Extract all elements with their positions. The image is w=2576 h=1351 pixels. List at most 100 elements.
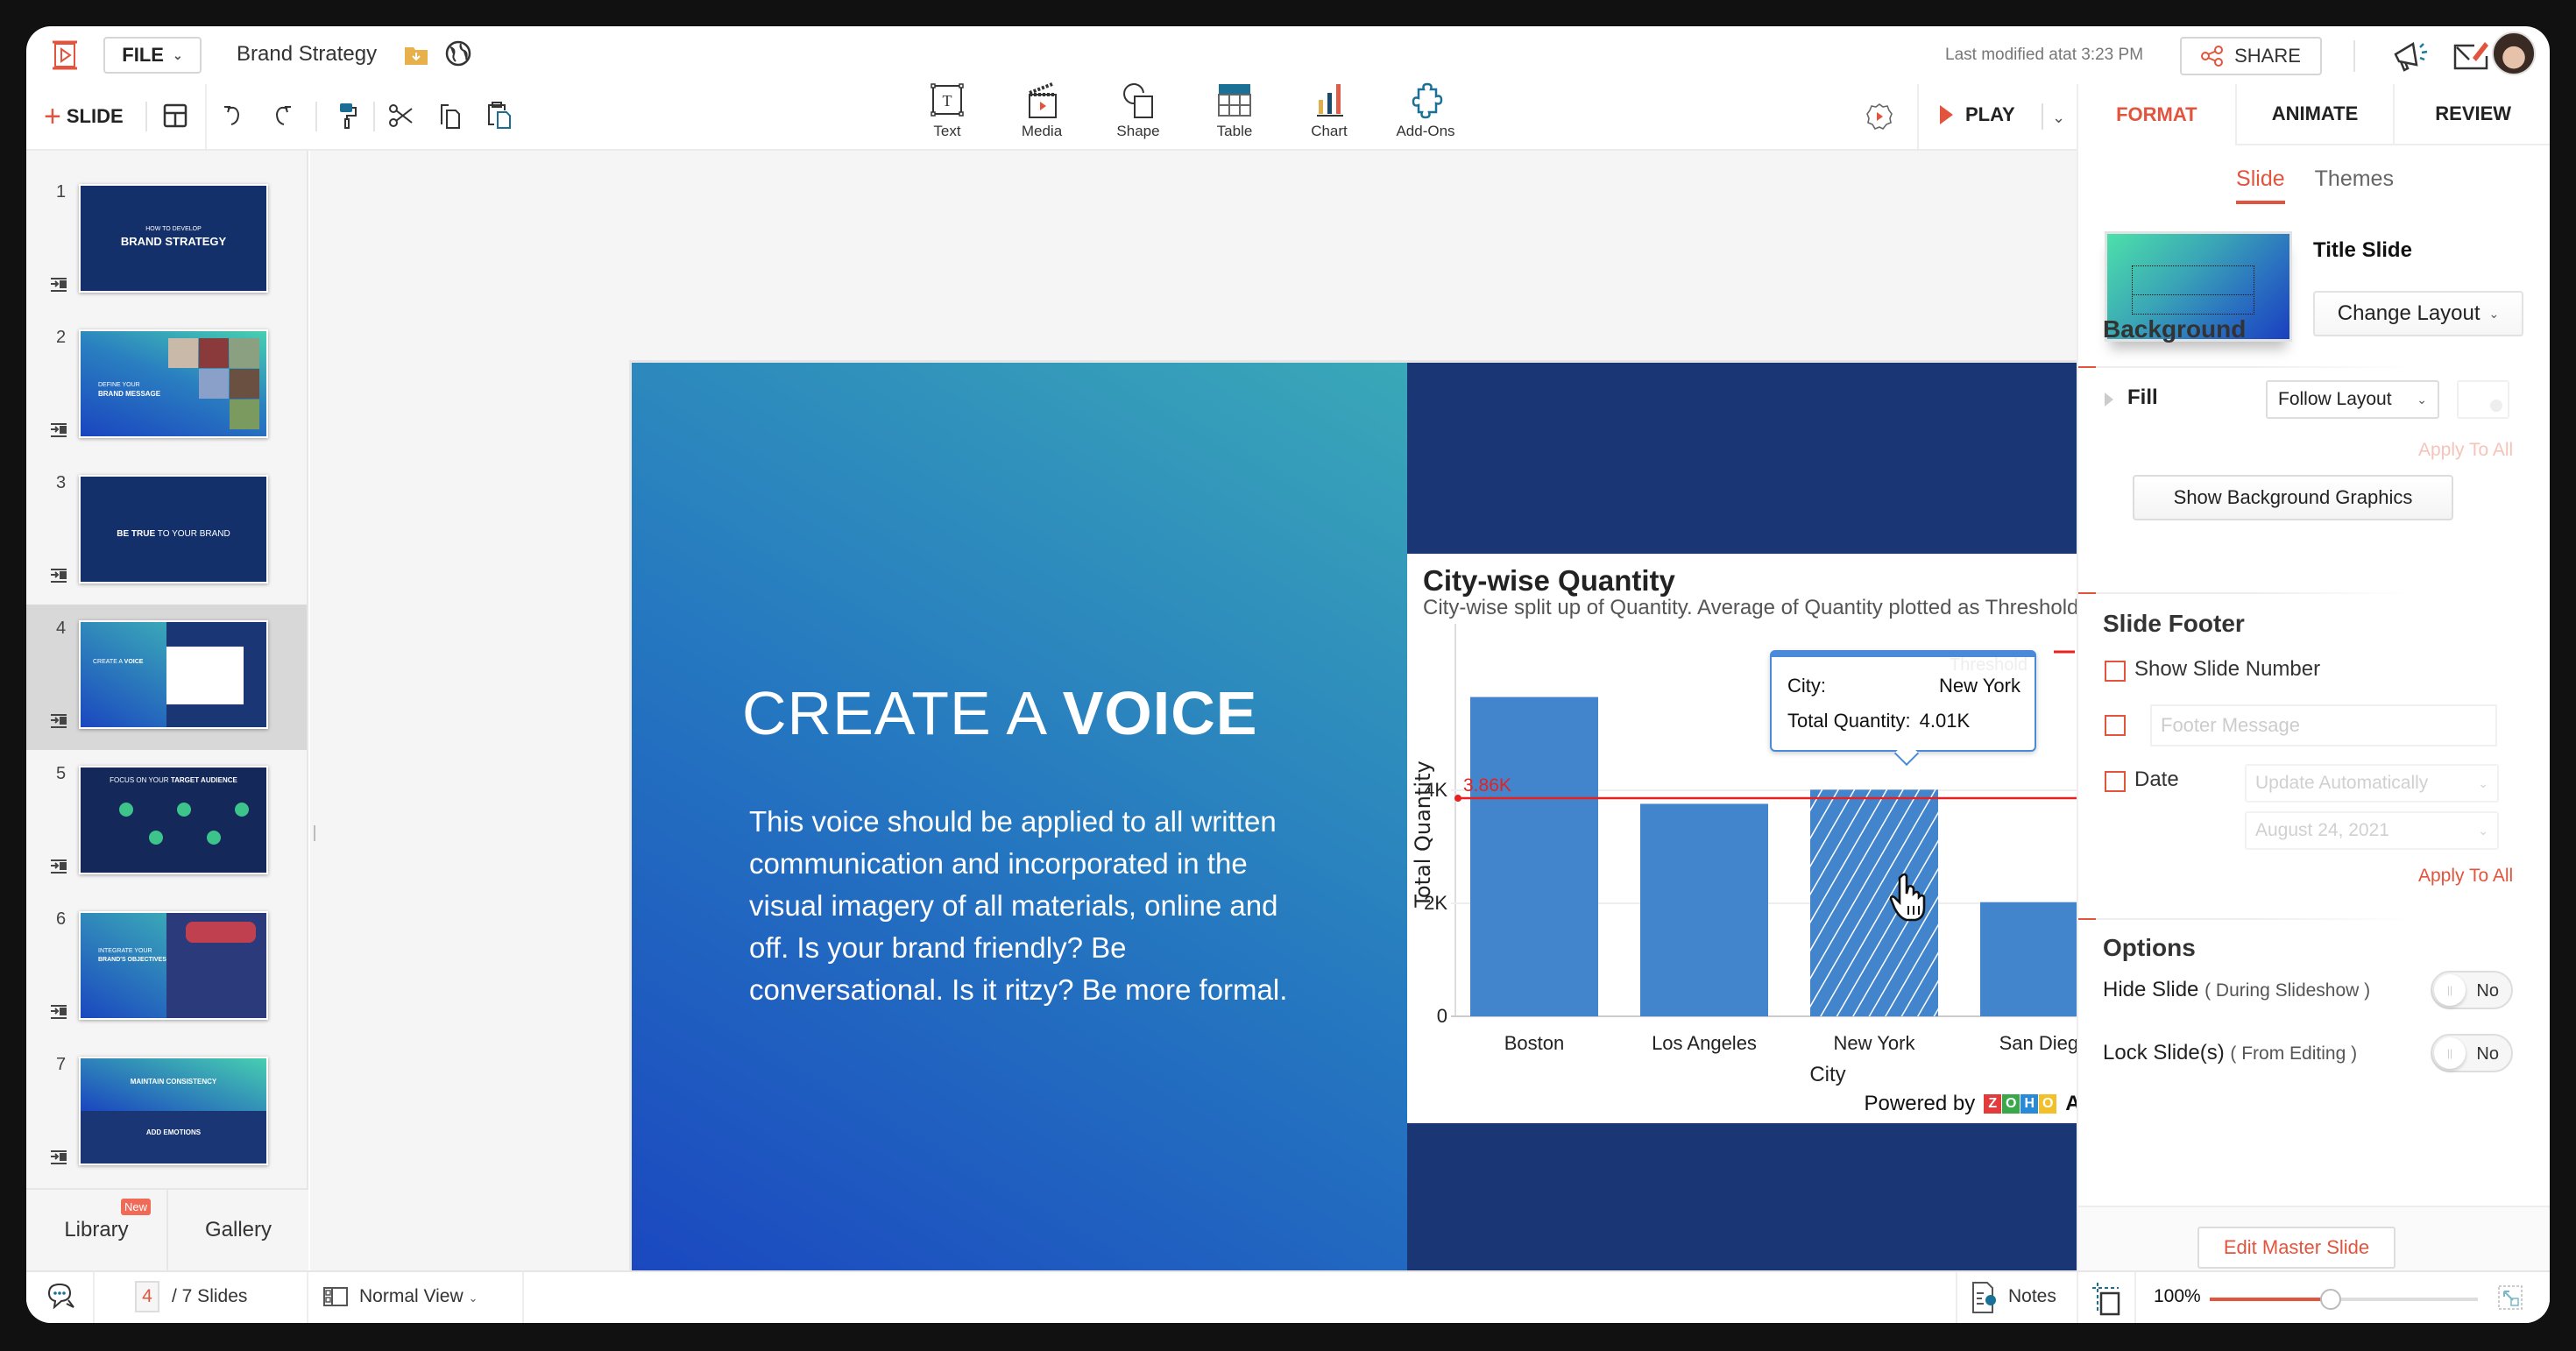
- slide-thumbnail-3[interactable]: 3 BE TRUE TO YOUR BRAND: [26, 459, 307, 605]
- powered-by-label: Powered by: [1864, 1092, 1976, 1115]
- hide-slide-toggle[interactable]: || No: [2431, 971, 2513, 1009]
- format-painter-icon[interactable]: [331, 100, 363, 131]
- divider: [522, 1272, 524, 1323]
- divider: [2077, 1272, 2078, 1323]
- layout-placeholder: [2132, 265, 2254, 295]
- notes-button[interactable]: Notes: [2008, 1286, 2056, 1307]
- x-tick-label: Los Angeles: [1652, 1032, 1757, 1054]
- y-tick-label: 0: [1437, 1005, 1447, 1027]
- transition-icon[interactable]: [49, 1004, 68, 1022]
- footer-message-checkbox[interactable]: [2105, 715, 2126, 736]
- layout-icon[interactable]: [159, 100, 191, 131]
- lock-slide-note: ( From Editing ): [2230, 1043, 2358, 1064]
- sidebar-resize-handle[interactable]: [314, 825, 315, 841]
- fill-label: Fill: [2127, 385, 2158, 409]
- announcement-megaphone-icon[interactable]: [2392, 39, 2431, 74]
- chart-tooltip: Threshold City: New York Total Quantity:…: [1770, 650, 2036, 752]
- chat-comments-icon[interactable]: [46, 1281, 77, 1312]
- fill-color-picker[interactable]: [2457, 380, 2509, 419]
- copy-icon[interactable]: [435, 100, 466, 131]
- play-button[interactable]: PLAY: [1940, 103, 2015, 126]
- slide-preview: DEFINE YOUR BRAND MESSAGE: [79, 329, 268, 438]
- fit-to-screen-icon[interactable]: [2091, 1281, 2120, 1316]
- cut-scissors-icon[interactable]: [386, 100, 417, 131]
- slide-thumbnail-4[interactable]: 4 CREATE A VOICE: [26, 605, 307, 750]
- notes-icon[interactable]: [1971, 1281, 1998, 1314]
- library-button[interactable]: Library New: [26, 1190, 166, 1270]
- sub-tab-themes[interactable]: Themes: [2315, 166, 2394, 204]
- divider: [373, 102, 375, 131]
- insert-table-button[interactable]: Table: [1195, 81, 1274, 159]
- text-box-icon: T: [931, 83, 964, 117]
- document-title[interactable]: Brand Strategy: [237, 42, 377, 67]
- current-page-input[interactable]: 4: [135, 1281, 159, 1312]
- zoom-slider-handle[interactable]: [2319, 1289, 2341, 1310]
- show-slide-number-checkbox[interactable]: [2105, 661, 2126, 682]
- transition-icon[interactable]: [49, 713, 68, 731]
- view-mode-select[interactable]: Normal View ⌄: [359, 1286, 478, 1307]
- footer-apply-all-link[interactable]: Apply To All: [2418, 866, 2513, 887]
- sub-tab-slide[interactable]: Slide: [2236, 166, 2285, 204]
- redo-icon[interactable]: [265, 100, 296, 131]
- transition-icon[interactable]: [49, 422, 68, 440]
- transition-icon[interactable]: [49, 568, 68, 585]
- current-slide[interactable]: CREATE A VOICE This voice should be appl…: [632, 363, 2323, 1312]
- file-menu-button[interactable]: FILE ⌄: [103, 37, 202, 74]
- insert-chart-button[interactable]: Chart: [1290, 81, 1369, 159]
- x-axis-title: City: [1809, 1063, 1845, 1086]
- slide-preview-title: BRAND'S OBJECTIVES: [98, 957, 166, 963]
- date-checkbox[interactable]: [2105, 771, 2126, 792]
- paste-icon[interactable]: [484, 100, 515, 131]
- insert-text-button[interactable]: T Text: [908, 81, 987, 159]
- background-apply-all-link[interactable]: Apply To All: [2418, 440, 2513, 461]
- slideshow-settings-icon[interactable]: [1865, 102, 1894, 131]
- add-slide-button[interactable]: + SLIDE: [44, 102, 124, 131]
- fullscreen-icon[interactable]: [2497, 1284, 2523, 1311]
- bar-chart-icon: [1317, 84, 1343, 117]
- gallery-button[interactable]: Gallery: [166, 1190, 308, 1270]
- tab-review[interactable]: REVIEW: [2393, 84, 2550, 145]
- chevron-down-icon: ⌄: [2488, 306, 2500, 321]
- tab-format[interactable]: FORMAT: [2078, 84, 2235, 145]
- slide-body-text[interactable]: This voice should be applied to all writ…: [749, 801, 1310, 1011]
- chart-subtitle: City-wise split up of Quantity. Average …: [1423, 596, 2112, 619]
- date-value-select[interactable]: August 24, 2021 ⌄: [2245, 811, 2499, 850]
- slide-title[interactable]: CREATE A VOICE: [742, 678, 1257, 748]
- slide-thumbnail-5[interactable]: 5 FOCUS ON YOUR TARGET AUDIENCE: [26, 750, 307, 895]
- lock-slide-toggle[interactable]: || No: [2431, 1034, 2513, 1072]
- slide-thumbnail-6[interactable]: 6 INTEGRATE YOUR BRAND'S OBJECTIVES: [26, 895, 307, 1041]
- globe-icon[interactable]: [445, 40, 471, 67]
- show-logo-icon[interactable]: [49, 40, 81, 70]
- footer-message-input[interactable]: Footer Message: [2150, 704, 2497, 746]
- insert-addons-button[interactable]: Add-Ons: [1386, 81, 1465, 159]
- normal-view-icon: [323, 1287, 348, 1306]
- undo-icon[interactable]: [219, 100, 251, 131]
- panel-tabs: FORMAT ANIMATE REVIEW: [2078, 84, 2550, 145]
- insert-media-button[interactable]: Media: [1002, 81, 1081, 159]
- slide-thumbnail-7[interactable]: 7 MAINTAIN CONSISTENCY ADD EMOTIONS: [26, 1041, 307, 1186]
- embedded-chart[interactable]: 3.86K 0 2K 4K Boston Los Angeles New York San …: [1407, 554, 2166, 1123]
- fill-select[interactable]: Follow Layout ⌄: [2266, 380, 2439, 419]
- insert-shape-button[interactable]: Shape: [1099, 81, 1178, 159]
- change-layout-button[interactable]: Change Layout ⌄: [2313, 291, 2523, 336]
- slide-thumbnail-1[interactable]: 1 HOW TO DEVELOP BRAND STRATEGY: [26, 168, 307, 314]
- file-menu-label: FILE: [122, 44, 164, 66]
- zoom-level: 100%: [2154, 1286, 2201, 1306]
- tab-animate[interactable]: ANIMATE: [2234, 84, 2394, 145]
- edit-master-slide-button[interactable]: Edit Master Slide: [2197, 1227, 2396, 1269]
- slide-number: 6: [56, 909, 67, 929]
- user-avatar[interactable]: [2492, 32, 2536, 75]
- zoom-slider[interactable]: [2210, 1289, 2478, 1310]
- expand-arrow-icon[interactable]: [2105, 393, 2113, 407]
- date-mode-select[interactable]: Update Automatically ⌄: [2245, 764, 2499, 803]
- transition-icon[interactable]: [49, 1149, 68, 1167]
- slide-thumbnail-2[interactable]: 2 DEFINE YOUR BRAND MESSAGE: [26, 314, 307, 459]
- folder-icon[interactable]: [405, 46, 428, 65]
- svg-text:T: T: [943, 92, 952, 110]
- feedback-mail-icon[interactable]: [2452, 39, 2490, 74]
- transition-icon[interactable]: [49, 859, 68, 876]
- show-background-graphics-button[interactable]: Show Background Graphics: [2133, 475, 2453, 520]
- transition-icon[interactable]: [49, 277, 68, 294]
- share-button[interactable]: SHARE: [2180, 37, 2322, 75]
- play-options-chevron-icon[interactable]: ⌄: [2052, 109, 2065, 127]
